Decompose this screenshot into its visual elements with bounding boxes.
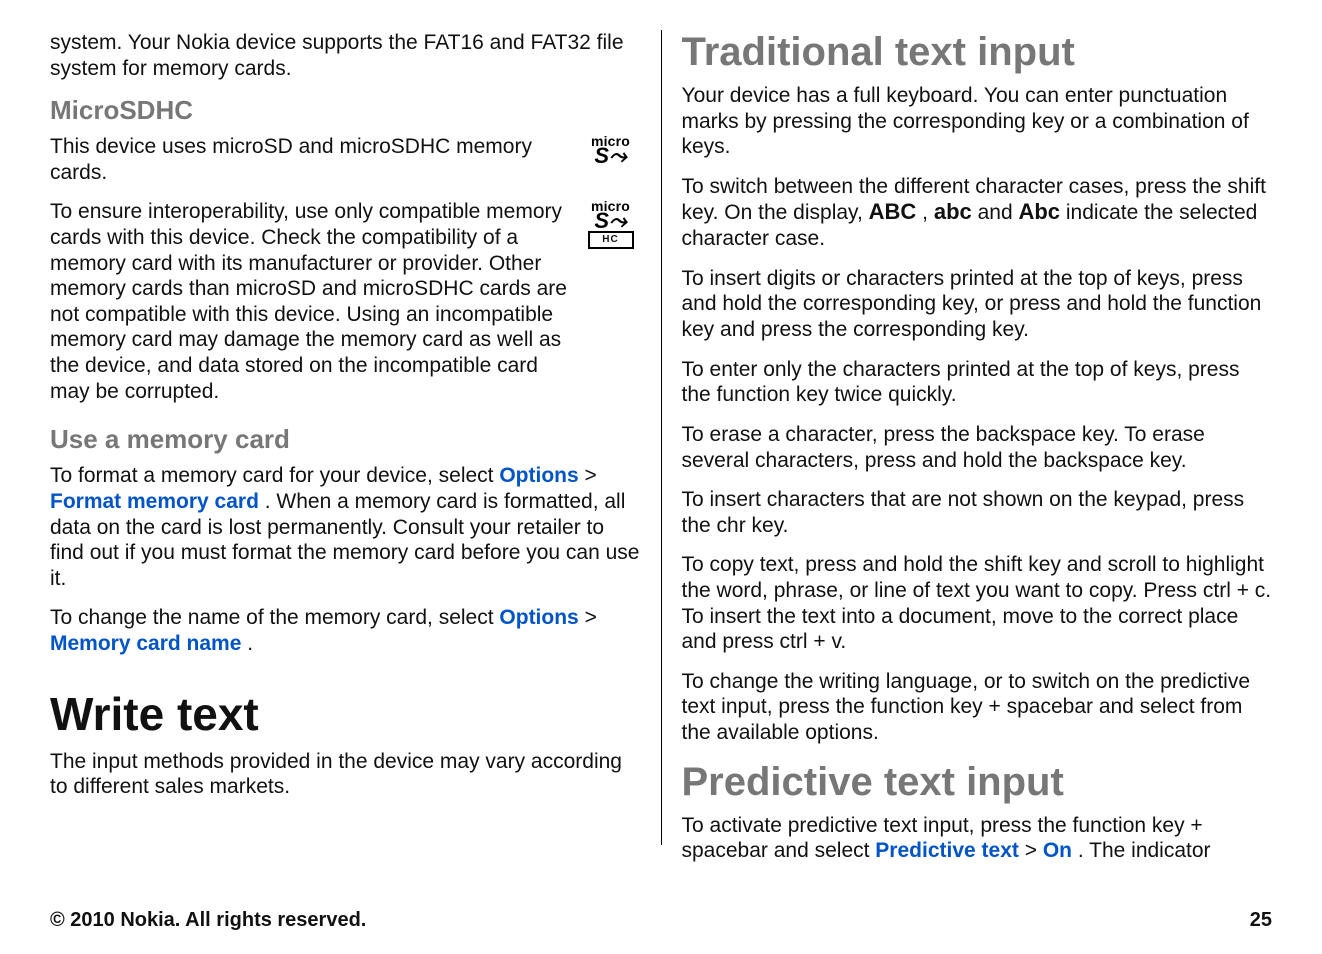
two-column-layout: system. Your Nokia device supports the F… (50, 30, 1272, 845)
breadcrumb-separator: > (1025, 839, 1043, 862)
body-text: To change the name of the memory card, s… (50, 605, 641, 656)
page-number: 25 (1250, 909, 1272, 932)
body-text: To erase a character, press the backspac… (682, 422, 1273, 473)
left-column: system. Your Nokia device supports the F… (50, 30, 661, 845)
heading-traditional-text-input: Traditional text input (682, 30, 1273, 75)
body-text: To insert digits or characters printed a… (682, 266, 1273, 343)
body-text: To ensure interoperability, use only com… (50, 199, 573, 404)
interop-row: To ensure interoperability, use only com… (50, 199, 641, 418)
copyright-text: © 2010 Nokia. All rights reserved. (50, 909, 366, 932)
page-footer: © 2010 Nokia. All rights reserved. 25 (50, 909, 1272, 932)
text-run: . The indicator (1078, 839, 1211, 862)
text-run: To change the name of the memory card, s… (50, 606, 499, 629)
text-run: and (978, 201, 1019, 224)
case-indicator-abc-upper-icon: ABC (869, 199, 917, 224)
breadcrumb-separator: > (585, 606, 597, 629)
link-on[interactable]: On (1043, 839, 1072, 862)
heading-use-memory-card: Use a memory card (50, 424, 641, 455)
right-column: Traditional text input Your device has a… (661, 30, 1273, 845)
icon-label: S⤳ (581, 148, 641, 163)
link-memory-card-name[interactable]: Memory card name (50, 632, 241, 655)
microsdhc-logo: micro S⤳ HC (581, 199, 641, 241)
link-options[interactable]: Options (499, 606, 578, 629)
microsdhc-icon: micro S⤳ HC (581, 199, 641, 241)
microsd-intro-row: This device uses microSD and microSDHC m… (50, 134, 641, 199)
heading-write-text: Write text (50, 687, 641, 741)
body-text: system. Your Nokia device supports the F… (50, 30, 641, 81)
document-page: system. Your Nokia device supports the F… (0, 0, 1322, 954)
body-text: The input methods provided in the device… (50, 749, 641, 800)
heading-predictive-text-input: Predictive text input (682, 760, 1273, 805)
icon-label: S⤳ (581, 213, 641, 228)
text-run: , (922, 201, 934, 224)
body-text: To copy text, press and hold the shift k… (682, 552, 1273, 654)
link-options[interactable]: Options (499, 464, 578, 487)
case-indicator-abc-lower-icon: abc (934, 199, 972, 224)
body-text: To enter only the characters printed at … (682, 357, 1273, 408)
body-text: To format a memory card for your device,… (50, 463, 641, 591)
hc-badge-icon: HC (588, 231, 634, 249)
text-run: . (247, 632, 253, 655)
body-text: To switch between the different characte… (682, 174, 1273, 252)
body-text: To insert characters that are not shown … (682, 487, 1273, 538)
text-run: To format a memory card for your device,… (50, 464, 499, 487)
body-text: Your device has a full keyboard. You can… (682, 83, 1273, 160)
body-text: This device uses microSD and microSDHC m… (50, 134, 573, 185)
link-predictive-text[interactable]: Predictive text (875, 839, 1019, 862)
microsd-icon: micro S⤳ (581, 134, 641, 176)
breadcrumb-separator: > (585, 464, 597, 487)
heading-microsdhc: MicroSDHC (50, 95, 641, 126)
link-format-memory-card[interactable]: Format memory card (50, 490, 259, 513)
microsd-logo: micro S⤳ (581, 134, 641, 176)
case-indicator-abc-title-icon: Abc (1018, 199, 1060, 224)
body-text: To activate predictive text input, press… (682, 813, 1273, 864)
body-text: To change the writing language, or to sw… (682, 669, 1273, 746)
